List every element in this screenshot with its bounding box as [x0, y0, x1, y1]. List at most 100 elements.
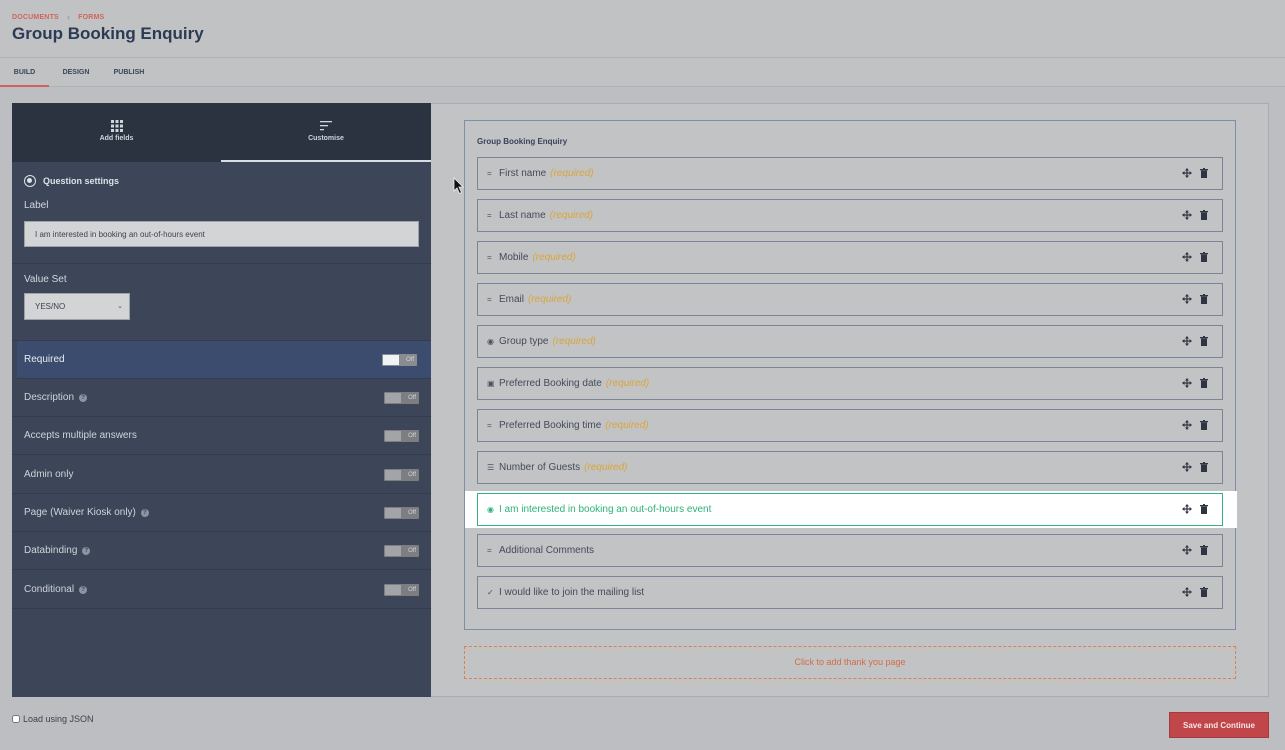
move-icon[interactable] — [1182, 336, 1192, 346]
breadcrumb-documents[interactable]: DOCUMENTS — [12, 14, 59, 21]
mouse-cursor-icon — [453, 177, 464, 195]
page-header: DOCUMENTS › FORMS Group Booking Enquiry — [0, 0, 1285, 58]
trash-icon[interactable] — [1200, 462, 1208, 472]
conditional-toggle[interactable]: Off — [384, 584, 419, 596]
page-toggle[interactable]: Off — [384, 507, 419, 519]
tab-customise[interactable]: Customise — [221, 103, 431, 162]
field-name: Preferred Booking time — [499, 420, 602, 431]
form-field-booking-date[interactable]: ▣ Preferred Booking date (required) — [477, 367, 1223, 400]
divider — [12, 263, 431, 264]
toggle-row-page: Page (Waiver Kiosk only)? Off — [12, 494, 431, 532]
short-text-icon: = — [487, 421, 492, 430]
toggle-row-multiple-answers: Accepts multiple answers Off — [12, 417, 431, 455]
radio-icon: ◉ — [487, 505, 494, 514]
tab-design[interactable]: DESIGN — [55, 58, 97, 87]
required-label: Required — [24, 354, 65, 365]
form-field-mailing-list[interactable]: ✓ I would like to join the mailing list — [477, 576, 1223, 609]
trash-icon[interactable] — [1200, 587, 1208, 597]
breadcrumb-forms[interactable]: FORMS — [78, 14, 104, 21]
help-icon[interactable]: ? — [79, 393, 88, 402]
page-title: Group Booking Enquiry — [12, 24, 204, 43]
label-input[interactable] — [24, 221, 419, 247]
description-label: Description — [24, 392, 75, 403]
field-name: I would like to join the mailing list — [499, 587, 645, 598]
move-icon[interactable] — [1182, 168, 1192, 178]
help-icon[interactable]: ? — [140, 508, 149, 517]
form-field-first-name[interactable]: = First name (required) — [477, 157, 1223, 190]
trash-icon[interactable] — [1200, 294, 1208, 304]
question-settings-label: Question settings — [43, 176, 120, 186]
databinding-toggle[interactable]: Off — [384, 545, 419, 557]
add-thank-you-page[interactable]: Click to add thank you page — [464, 646, 1236, 679]
trash-icon[interactable] — [1200, 252, 1208, 262]
required-tag: (required) — [584, 462, 628, 473]
form-field-last-name[interactable]: = Last name (required) — [477, 199, 1223, 232]
form-field-mobile[interactable]: = Mobile (required) — [477, 241, 1223, 274]
tab-build[interactable]: BUILD — [0, 58, 49, 87]
toggle-state: Off — [406, 357, 414, 363]
value-set-selected: YES/NO — [35, 302, 66, 311]
save-and-continue-button[interactable]: Save and Continue — [1169, 712, 1269, 738]
toggle-row-conditional: Conditional? Off — [12, 571, 431, 609]
breadcrumb: DOCUMENTS › FORMS — [12, 12, 104, 22]
form-field-number-of-guests[interactable]: ☰ Number of Guests (required) — [477, 451, 1223, 484]
admin-only-toggle[interactable]: Off — [384, 469, 419, 481]
trash-icon[interactable] — [1200, 168, 1208, 178]
form-preview: Group Booking Enquiry = First name (requi… — [464, 120, 1237, 630]
move-icon[interactable] — [1182, 587, 1192, 597]
trash-icon[interactable] — [1200, 336, 1208, 346]
form-field-out-of-hours-selected[interactable]: ◉ I am interested in booking an out-of-h… — [465, 491, 1237, 528]
toggle-state: Off — [408, 548, 416, 554]
radio-icon — [24, 175, 36, 187]
tab-customise-label: Customise — [308, 135, 344, 142]
trash-icon[interactable] — [1200, 378, 1208, 388]
move-icon[interactable] — [1182, 462, 1192, 472]
multiple-answers-toggle[interactable]: Off — [384, 430, 419, 442]
sort-lines-icon — [320, 121, 332, 131]
toggle-state: Off — [408, 510, 416, 516]
move-icon[interactable] — [1182, 545, 1192, 555]
multiple-answers-label: Accepts multiple answers — [24, 430, 137, 441]
required-tag: (required) — [528, 294, 572, 305]
form-title: Group Booking Enquiry — [477, 137, 568, 146]
tab-add-fields[interactable]: Add fields — [12, 103, 221, 162]
trash-icon[interactable] — [1200, 504, 1208, 514]
trash-icon[interactable] — [1200, 545, 1208, 555]
field-name: Preferred Booking date — [499, 378, 602, 389]
form-field-additional-comments[interactable]: = Additional Comments — [477, 534, 1223, 567]
move-icon[interactable] — [1182, 252, 1192, 262]
field-name: Email — [499, 294, 525, 305]
page-label: Page (Waiver Kiosk only) — [24, 507, 136, 518]
tab-publish[interactable]: PUBLISH — [106, 58, 152, 87]
description-toggle[interactable]: Off — [384, 392, 419, 404]
short-text-icon: = — [487, 295, 492, 304]
move-icon[interactable] — [1182, 504, 1192, 514]
move-icon[interactable] — [1182, 378, 1192, 388]
radio-icon: ◉ — [487, 337, 494, 346]
field-name: Last name — [499, 210, 546, 221]
form-field-booking-time[interactable]: = Preferred Booking time (required) — [477, 409, 1223, 442]
toggle-state: Off — [408, 472, 416, 478]
move-icon[interactable] — [1182, 210, 1192, 220]
required-tag: (required) — [605, 420, 649, 431]
required-toggle[interactable]: Off — [382, 354, 417, 366]
move-icon[interactable] — [1182, 420, 1192, 430]
trash-icon[interactable] — [1200, 210, 1208, 220]
load-json-checkbox[interactable] — [12, 715, 20, 723]
move-icon[interactable] — [1182, 294, 1192, 304]
load-json-label: Load using JSON — [23, 714, 94, 724]
form-field-group-type[interactable]: ◉ Group type (required) — [477, 325, 1223, 358]
help-icon[interactable]: ? — [79, 585, 88, 594]
list-icon: ☰ — [487, 463, 495, 472]
panel-tabs: Add fields Customise — [12, 103, 431, 162]
form-field-email[interactable]: = Email (required) — [477, 283, 1223, 316]
load-json-checkbox-row[interactable]: Load using JSON — [12, 714, 94, 724]
trash-icon[interactable] — [1200, 420, 1208, 430]
required-tag: (required) — [532, 252, 576, 263]
value-set-label: Value Set — [24, 274, 67, 285]
required-tag: (required) — [552, 336, 596, 347]
field-name: Additional Comments — [499, 545, 595, 556]
calendar-icon: ▣ — [487, 379, 495, 388]
help-icon[interactable]: ? — [82, 546, 91, 555]
value-set-select[interactable]: YES/NO ⌄ — [24, 293, 130, 320]
